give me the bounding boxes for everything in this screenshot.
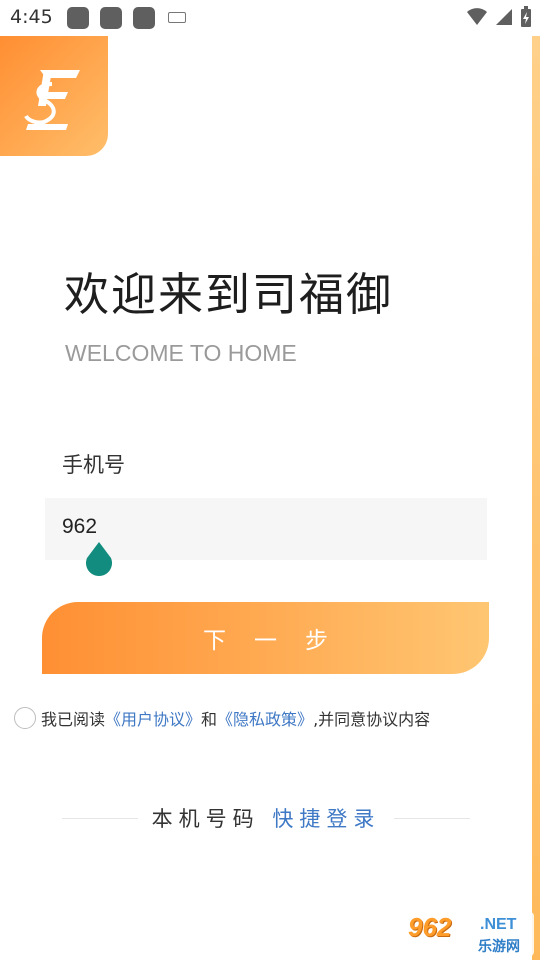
watermark-net: .NET [480,916,517,933]
notification-icon [133,7,155,29]
battery-icon [521,6,531,27]
next-step-button[interactable]: 下一步 [42,602,489,674]
quick-login-row: 本机号码 快捷登录 [62,802,470,834]
watermark: 962 .NET 乐游网 [400,912,534,956]
text-cursor-handle[interactable] [83,542,115,578]
status-time: 4:45 [10,6,53,28]
divider-left [62,817,138,819]
agreement-and: 和 [201,710,218,729]
agreement-checkbox[interactable] [14,707,36,729]
agreement-row: 我已阅读 《用户协议》 和 《隐私政策》 ,并同意协议内容 [14,706,430,730]
quick-login-plain: 本机号码 [151,807,260,831]
notification-icon [67,7,89,29]
wifi-icon [467,8,487,25]
logo-icon [24,70,80,130]
welcome-subtitle: WELCOME TO HOME [65,340,297,366]
user-agreement-link[interactable]: 《用户协议》 [105,706,201,730]
watermark-number: 962 [408,912,452,942]
privacy-policy-link[interactable]: 《隐私政策》 [217,706,313,730]
quick-login[interactable]: 本机号码 快捷登录 [152,803,381,833]
signal-icon [496,9,512,25]
agreement-prefix: 我已阅读 [41,710,106,729]
agreement-suffix: ,并同意协议内容 [313,710,431,729]
watermark-site: 乐游网 [478,939,520,955]
quick-login-link[interactable]: 快捷登录 [272,807,380,831]
accent-strip [532,36,540,960]
keyboard-icon [168,12,186,23]
status-bar: 4:45 [0,0,540,36]
divider-right [394,817,470,819]
phone-label: 手机号 [62,453,125,477]
notification-icon [100,7,122,29]
phone-input-value: 962 [62,515,98,538]
app-logo [0,36,108,156]
status-icons [466,6,532,28]
welcome-title: 欢迎来到司福御 [64,268,394,321]
